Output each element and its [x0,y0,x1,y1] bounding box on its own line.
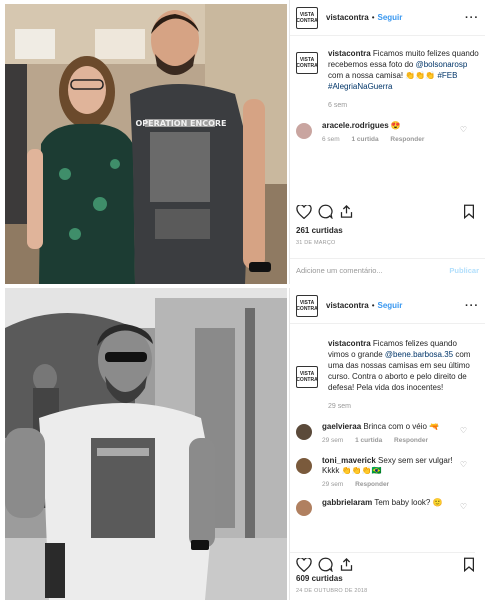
separator-dot: • [371,13,375,22]
post-2-photo[interactable] [5,288,287,600]
post-1-photo[interactable]: OPERATION ENCORE [5,4,287,284]
post-date: 24 DE OUTUBRO DE 2018 [296,588,368,594]
post-2-actions [290,552,475,572]
comment-username[interactable]: aracele.rodrigues [322,121,389,130]
caption-username[interactable]: vistacontra [328,339,371,348]
post-2-panel: VISTA CONTRA vistacontra • Seguir ··· VI… [289,288,485,600]
share-icon[interactable] [339,557,354,572]
comment-like-icon[interactable]: ♡ [460,125,467,134]
like-heart-icon[interactable] [296,204,312,219]
comment: aracele.rodrigues 😍 6 sem 1 curtida Resp… [290,121,485,145]
comment-time: 29 sem [322,481,344,488]
comment: gaelvieraa Brinca com o véio 🔫 29 sem 1 … [290,422,485,446]
separator-dot: • [371,301,375,310]
comment-bubble-icon[interactable] [318,557,333,572]
likes-count[interactable]: 609 curtidas [296,574,343,583]
publish-button[interactable]: Publicar [449,266,479,275]
avatar[interactable] [296,458,312,474]
username-link[interactable]: vistacontra [326,13,369,22]
username-link[interactable]: vistacontra [326,301,369,310]
comment-bubble-icon[interactable] [318,204,333,219]
caption-mention[interactable]: @bolsonarosp [416,60,468,69]
post-date: 31 DE MARÇO [296,240,336,246]
caption-text: vistacontra Ficamos felizes quando vimos… [328,338,479,412]
account-logo[interactable]: VISTA CONTRA [296,6,318,29]
reply-button[interactable]: Responder [394,437,428,444]
post-2-image [5,288,287,600]
comment-time: 6 sem [322,136,340,143]
more-options-icon[interactable]: ··· [465,300,479,312]
share-icon[interactable] [339,204,354,219]
follow-button[interactable]: Seguir [378,301,403,310]
more-options-icon[interactable]: ··· [465,12,479,24]
caption-time: 6 sem [328,102,348,109]
comment-like-icon[interactable]: ♡ [460,426,467,435]
comment-username[interactable]: toni_maverick [322,456,376,465]
account-logo[interactable]: VISTA CONTRA [296,294,318,317]
column-divider [287,0,289,600]
avatar[interactable] [296,424,312,440]
comment: toni_maverick Sexy sem ser vulgar! Kkkk … [290,456,485,490]
add-comment-bar: Adicione um comentário... Publicar [290,258,485,282]
comment: gabbrielaram Tem baby look? 🙂 ♡ [290,498,485,516]
avatar[interactable] [296,500,312,516]
post-1-caption: VISTA CONTRA vistacontra Ficamos muito f… [290,36,485,111]
like-heart-icon[interactable] [296,557,312,572]
caption-time: 29 sem [328,403,351,410]
add-comment-input[interactable]: Adicione um comentário... [296,266,383,275]
post-2-header: VISTA CONTRA vistacontra • Seguir ··· [290,288,485,324]
caption-text-2: com a nossa camisa! 👏👏👏 [328,71,438,80]
post-1-panel: VISTA CONTRA vistacontra • Seguir ··· VI… [289,0,485,288]
comment-username[interactable]: gaelvieraa [322,422,361,431]
shirt-text: OPERATION ENCORE [135,119,226,128]
post-1-header: VISTA CONTRA vistacontra • Seguir ··· [290,0,485,36]
post-2-caption: VISTA CONTRA vistacontra Ficamos felizes… [290,324,485,412]
caption-username[interactable]: vistacontra [328,49,371,58]
comment-likes[interactable]: 1 curtida [352,136,379,143]
caption-mention[interactable]: @bene.barbosa.35 [385,350,453,359]
comment-like-icon[interactable]: ♡ [460,460,467,469]
likes-count[interactable]: 261 curtidas [296,226,343,235]
avatar[interactable] [296,123,312,139]
post-1: OPERATION ENCORE VISTA CONTRA vistacontr… [0,0,488,288]
reply-button[interactable]: Responder [355,481,389,488]
post-2: VISTA CONTRA vistacontra • Seguir ··· VI… [0,288,488,600]
comment-text: 😍 [388,121,401,130]
bookmark-icon[interactable] [463,557,475,572]
comment-likes[interactable]: 1 curtida [355,437,382,444]
comment-username[interactable]: gabbrielaram [322,498,372,507]
comment-text: Tem baby look? 🙂 [372,498,443,507]
reply-button[interactable]: Responder [390,136,424,143]
comment-time: 29 sem [322,437,344,444]
caption-avatar[interactable]: VISTA CONTRA [296,52,318,74]
caption-avatar[interactable]: VISTA CONTRA [296,366,318,388]
follow-button[interactable]: Seguir [378,13,403,22]
bookmark-icon[interactable] [463,204,475,219]
comment-text: Brinca com o véio 🔫 [361,422,440,431]
post-1-image: OPERATION ENCORE [5,4,287,284]
caption-text: vistacontra Ficamos muito felizes quando… [328,48,479,111]
comment-like-icon[interactable]: ♡ [460,502,467,511]
post-1-actions [296,204,475,219]
